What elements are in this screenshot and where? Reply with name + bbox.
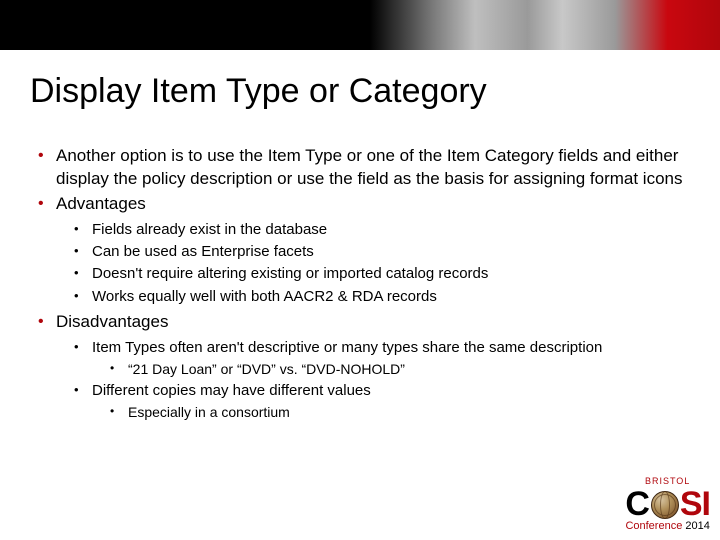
accent-bar-left	[0, 0, 370, 50]
logo-letter-c: C	[625, 485, 650, 524]
bullet-disadvantages-label: Disadvantages	[56, 312, 168, 331]
conference-logo: BRISTOL C SI Conference 2014	[625, 476, 710, 532]
bullet-advantages-label: Advantages	[56, 194, 146, 213]
logo-subtitle: Conference 2014	[625, 520, 710, 532]
dis-item-1-text: Item Types often aren't descriptive or m…	[92, 339, 602, 356]
slide: Display Item Type or Category Another op…	[0, 0, 720, 540]
dis-item-2-text: Different copies may have different valu…	[92, 382, 371, 399]
bullet-disadvantages: Disadvantages Item Types often aren't de…	[38, 311, 690, 422]
logo-conference-word: Conference	[625, 520, 685, 532]
dis-item-1: Item Types often aren't descriptive or m…	[74, 338, 690, 379]
adv-item-3: Doesn't require altering existing or imp…	[74, 264, 690, 284]
dis-item-2: Different copies may have different valu…	[74, 381, 690, 422]
logo-year: 2014	[685, 520, 709, 532]
adv-item-1: Fields already exist in the database	[74, 220, 690, 240]
globe-icon	[651, 491, 679, 519]
header-accent	[0, 0, 720, 58]
accent-bar-right	[370, 0, 720, 50]
dis-item-1-sub: “21 Day Loan” or “DVD” vs. “DVD-NOHOLD”	[110, 360, 690, 379]
dis-item-2-sub: Especially in a consortium	[110, 403, 690, 422]
logo-main: C SI	[625, 485, 710, 524]
bullet-advantages: Advantages Fields already exist in the d…	[38, 193, 690, 307]
slide-title: Display Item Type or Category	[30, 72, 487, 111]
bullet-intro: Another option is to use the Item Type o…	[38, 145, 690, 191]
logo-letters-si: SI	[680, 485, 710, 524]
slide-body: Another option is to use the Item Type o…	[38, 145, 690, 426]
adv-item-4: Works equally well with both AACR2 & RDA…	[74, 287, 690, 307]
adv-item-2: Can be used as Enterprise facets	[74, 242, 690, 262]
